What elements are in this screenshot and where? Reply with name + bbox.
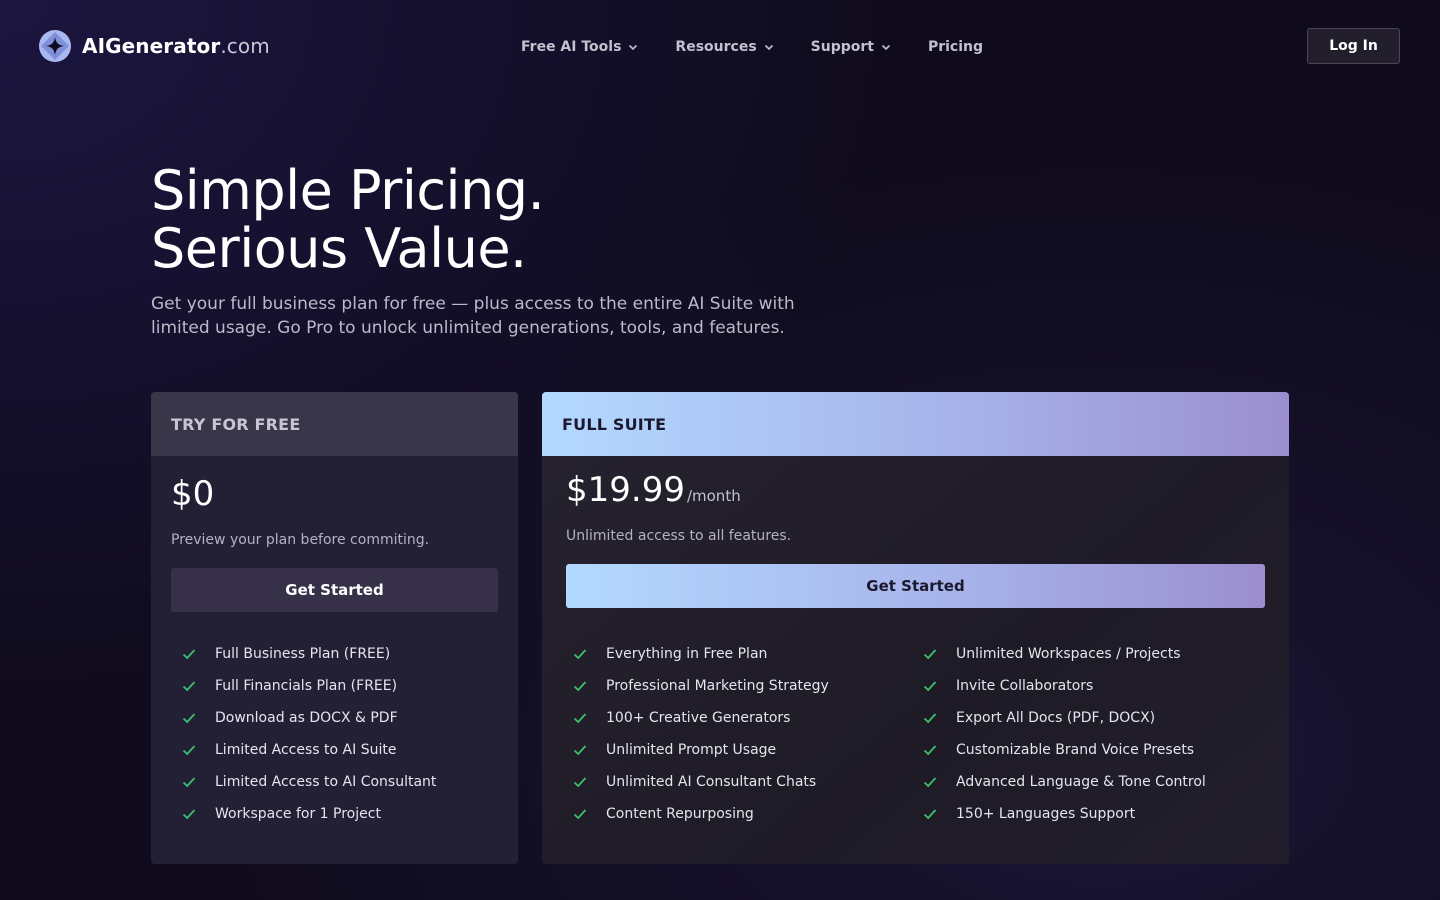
feature-label: Unlimited Workspaces / Projects [956,646,1181,662]
feature-item: Limited Access to AI Consultant [181,766,436,798]
feature-item: Customizable Brand Voice Presets [922,734,1206,766]
feature-item: Unlimited Workspaces / Projects [922,638,1206,670]
feature-label: Content Repurposing [606,806,754,822]
price-amount: $0 [171,474,215,514]
menu-item-label: Support [810,39,874,55]
main-menu: Free AI Tools Resources Support Pricing [521,37,1020,57]
logo-brand: AIGenerator [82,34,221,58]
chevron-down-icon [764,44,773,51]
feature-item: Content Repurposing [572,798,829,830]
checkmark-icon [573,681,587,692]
login-button[interactable]: Log In [1307,28,1400,64]
title-line-2: Serious Value. [151,217,527,280]
feature-list: Everything in Free Plan Professional Mark… [572,638,829,830]
feature-item: Limited Access to AI Suite [181,734,436,766]
feature-label: Full Financials Plan (FREE) [215,678,398,694]
checkmark-icon [573,745,587,756]
feature-item: Workspace for 1 Project [181,798,436,830]
checkmark-icon [923,713,937,724]
chevron-down-icon [881,44,891,51]
feature-item: Invite Collaborators [922,670,1206,702]
feature-label: 150+ Languages Support [956,806,1136,822]
page-subtitle: Get your full business plan for free — p… [151,294,795,338]
checkmark-icon [182,649,196,660]
price-period: /month [686,487,741,505]
checkmark-icon [923,777,937,788]
feature-label: Export All Docs (PDF, DOCX) [956,710,1156,726]
menu-item-label: Resources [675,39,757,55]
feature-item: Unlimited AI Consultant Chats [572,766,829,798]
feature-item: Professional Marketing Strategy [572,670,829,702]
feature-item: Unlimited Prompt Usage [572,734,829,766]
feature-item: Advanced Language & Tone Control [922,766,1206,798]
feature-label: Unlimited AI Consultant Chats [606,774,817,790]
feature-label: Workspace for 1 Project [215,806,381,822]
menu-item-label: Free AI Tools [521,39,622,55]
feature-list: Full Business Plan (FREE) Full Financials… [181,638,436,830]
menu-item-free-ai-tools[interactable]: Free AI Tools [521,37,638,57]
pricing-card-full-suite: FULL SUITE $19.99/month Unlimited access… [542,392,1289,864]
feature-label: Limited Access to AI Suite [215,742,397,758]
plan-description: Preview your plan before commiting. [171,532,430,548]
feature-label: Advanced Language & Tone Control [956,774,1206,790]
logo-text: AIGenerator.com [82,34,270,58]
checkmark-icon [923,649,937,660]
feature-label: Unlimited Prompt Usage [606,742,777,758]
feature-item: Export All Docs (PDF, DOCX) [922,702,1206,734]
feature-item: Full Financials Plan (FREE) [181,670,436,702]
menu-item-pricing[interactable]: Pricing [928,37,983,57]
plan-price: $19.99/month [566,470,741,510]
checkmark-icon [182,713,196,724]
title-line-1: Simple Pricing. [151,159,545,222]
feature-label: Invite Collaborators [956,678,1094,694]
plan-header: TRY FOR FREE [151,392,518,456]
checkmark-icon [923,745,937,756]
feature-label: Full Business Plan (FREE) [215,646,391,662]
checkmark-icon [182,681,196,692]
feature-label: Download as DOCX & PDF [215,710,398,726]
feature-item: Full Business Plan (FREE) [181,638,436,670]
get-started-button[interactable]: Get Started [171,568,498,612]
feature-list: Unlimited Workspaces / Projects Invite Co… [922,638,1206,830]
feature-label: Everything in Free Plan [606,646,768,662]
pricing-card-free: TRY FOR FREE $0 Preview your plan before… [151,392,518,864]
price-amount: $19.99 [566,470,685,510]
checkmark-icon [923,809,937,820]
menu-item-label: Pricing [927,39,984,55]
sparkle-diamond-icon [39,30,71,62]
checkmark-icon [182,745,196,756]
chevron-down-icon [629,44,638,51]
feature-label: Customizable Brand Voice Presets [956,742,1195,758]
feature-item: Everything in Free Plan [572,638,829,670]
plan-price: $0 [171,474,214,514]
checkmark-icon [182,777,196,788]
site-logo[interactable]: AIGenerator.com [38,29,270,63]
plan-description: Unlimited access to all features. [566,528,792,544]
feature-item: 100+ Creative Generators [572,702,829,734]
top-navigation: AIGenerator.com Free AI Tools Resources … [0,0,1440,92]
feature-label: Professional Marketing Strategy [606,678,829,694]
plan-header: FULL SUITE [542,392,1289,456]
feature-label: Limited Access to AI Consultant [215,774,437,790]
feature-item: Download as DOCX & PDF [181,702,436,734]
checkmark-icon [573,809,587,820]
feature-item: 150+ Languages Support [922,798,1206,830]
checkmark-icon [573,713,587,724]
checkmark-icon [182,809,196,820]
checkmark-icon [573,777,587,788]
checkmark-icon [923,681,937,692]
page-title: Simple Pricing. Serious Value. [151,159,545,280]
menu-item-support[interactable]: Support [811,37,891,57]
feature-label: 100+ Creative Generators [606,710,791,726]
menu-item-resources[interactable]: Resources [675,37,773,57]
checkmark-icon [573,649,587,660]
logo-tld: .com [220,34,270,58]
get-started-button[interactable]: Get Started [566,564,1265,608]
